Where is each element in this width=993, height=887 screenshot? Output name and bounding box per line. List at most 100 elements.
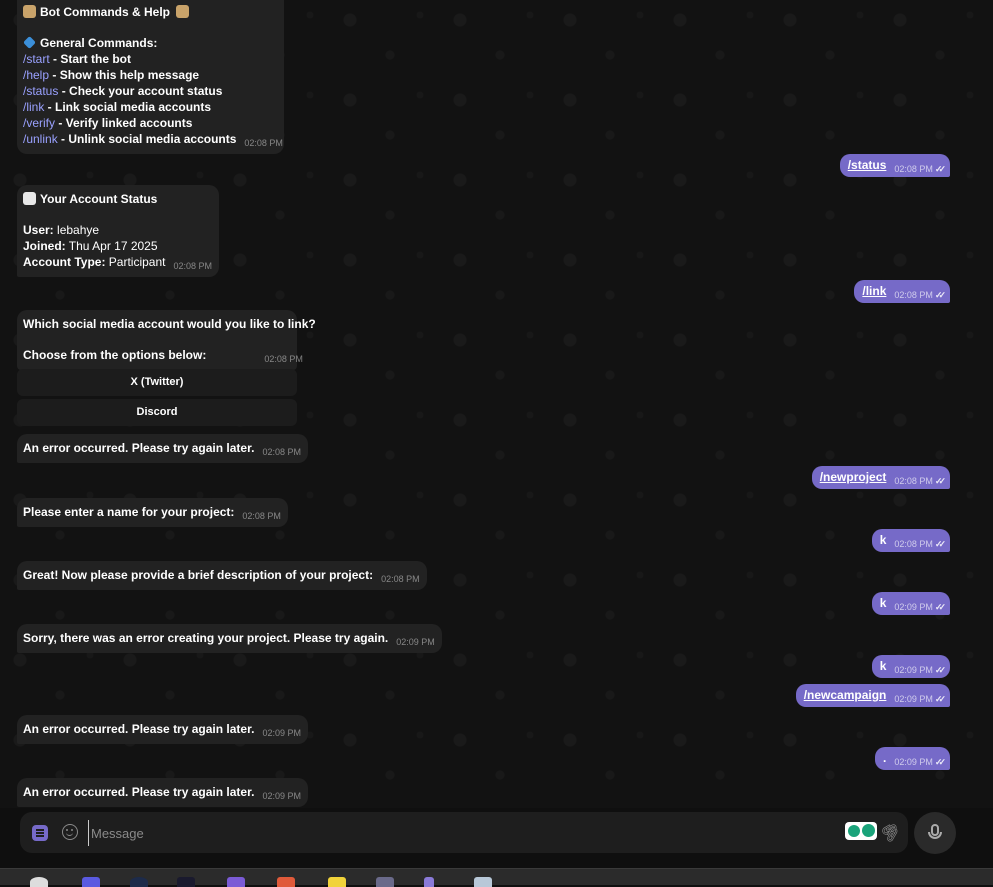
read-ticks-icon: ✓✓ [934,665,946,675]
command-desc: - Show this help message [49,68,200,82]
message-time: 02:08 PM [381,574,420,584]
outgoing-message: /status 02:08 PM ✓✓ [839,154,950,177]
link-prompt-line1: Which social media account would you lik… [23,317,316,331]
account-type-value: Participant [105,255,166,269]
message-text: An error occurred. Please try again late… [23,785,255,799]
attach-icon[interactable]: 🖇 [876,818,905,847]
message-time: 02:09 PM [262,791,301,801]
message-text: An error occurred. Please try again late… [23,441,255,455]
account-status-message: Your Account Status User: lebahye Joined… [17,185,220,277]
help-title: Bot Commands & Help [40,5,171,19]
project-error-message: Sorry, there was an error creating your … [17,624,442,653]
taskbar-app-icon[interactable] [277,877,295,887]
bot-menu-button[interactable] [32,825,48,841]
taskbar-app-icon[interactable] [82,877,100,887]
chat-area[interactable]: Bot Commands & Help General Commands: /s… [0,0,993,808]
taskbar-app-icon[interactable] [227,877,245,887]
chart-emoji-icon [23,192,36,205]
command-link-link[interactable]: /link [862,284,886,298]
command-link-status[interactable]: /status [23,84,58,98]
command-link-unlink[interactable]: /unlink [23,132,58,146]
user-value: lebahye [53,223,100,237]
read-ticks-icon: ✓✓ [934,539,946,549]
message-time: 02:08 PM [894,476,933,486]
message-time: 02:09 PM [894,602,933,612]
link-prompt-message: Which social media account would you lik… [17,310,316,370]
taskbar-app-icon[interactable] [424,877,434,887]
message-composer: 🖇 [20,812,908,853]
command-desc: - Link social media accounts [44,100,212,114]
message-time: 02:08 PM [894,539,933,549]
outgoing-message: /link 02:08 PM ✓✓ [854,280,950,303]
command-link-link[interactable]: /link [23,100,44,114]
diamond-emoji-icon [23,36,36,49]
command-desc: - Check your account status [58,84,223,98]
joined-value: Thu Apr 17 2025 [65,239,158,253]
outgoing-message: /newproject 02:08 PM ✓✓ [811,466,950,489]
message-input[interactable] [88,820,833,846]
message-text: k [879,533,887,547]
message-time: 02:08 PM [242,511,281,521]
error-message: An error occurred. Please try again late… [17,715,308,744]
message-text: k [879,596,887,610]
taskbar [0,868,993,887]
command-link-help[interactable]: /help [23,68,49,82]
link-prompt-line2: Choose from the options below: [23,348,207,362]
message-time: 02:08 PM [894,164,933,174]
command-link-newproject[interactable]: /newproject [820,470,887,484]
books-emoji-icon [23,5,36,18]
microphone-button[interactable] [914,812,956,854]
books-emoji-icon [176,5,190,18]
read-ticks-icon: ✓✓ [934,602,946,612]
message-text: Please enter a name for your project: [23,505,235,519]
command-link-status[interactable]: /status [848,158,887,172]
message-time: 02:08 PM [173,261,213,271]
account-title: Your Account Status [40,192,158,206]
description-prompt-message: Great! Now please provide a brief descri… [17,561,427,590]
taskbar-app-icon[interactable] [130,877,148,887]
emoji-icon[interactable] [62,824,78,840]
message-time: 02:09 PM [262,728,301,738]
outgoing-message: k 02:09 PM ✓✓ [871,655,950,678]
account-type-label: Account Type: [23,255,106,269]
name-prompt-message: Please enter a name for your project: 02:… [17,498,288,527]
extension-icon[interactable] [845,822,877,840]
command-link-verify[interactable]: /verify [23,116,55,130]
command-link-newcampaign[interactable]: /newcampaign [804,688,887,702]
outgoing-message: k 02:09 PM ✓✓ [871,592,950,615]
message-time: 02:08 PM [244,138,283,148]
command-desc: - Unlink social media accounts [57,132,237,146]
error-message: An error occurred. Please try again late… [17,434,308,463]
x-twitter-button[interactable]: X (Twitter) [17,369,297,396]
message-text: . [883,751,887,765]
read-ticks-icon: ✓✓ [934,476,946,486]
user-label: User: [23,223,54,237]
command-desc: - Verify linked accounts [55,116,193,130]
taskbar-app-icon[interactable] [328,877,346,887]
outgoing-message: . 02:09 PM ✓✓ [875,747,950,770]
message-time: 02:09 PM [894,757,933,767]
message-time: 02:08 PM [262,447,301,457]
read-ticks-icon: ✓✓ [934,164,946,174]
outgoing-message: /newcampaign 02:09 PM ✓✓ [795,684,950,707]
message-time: 02:09 PM [894,694,933,704]
help-message: Bot Commands & Help General Commands: /s… [17,0,284,154]
message-time: 02:09 PM [396,637,435,647]
help-section-title: General Commands: [40,36,158,50]
message-time: 02:09 PM [894,665,933,675]
read-ticks-icon: ✓✓ [934,694,946,704]
taskbar-app-icon[interactable] [177,877,195,887]
message-text: An error occurred. Please try again late… [23,722,255,736]
message-time: 02:08 PM [894,290,933,300]
taskbar-app-icon[interactable] [474,877,492,887]
read-ticks-icon: ✓✓ [934,290,946,300]
read-ticks-icon: ✓✓ [934,757,946,767]
message-text: k [879,659,887,673]
taskbar-app-icon[interactable] [30,877,48,887]
outgoing-message: k 02:08 PM ✓✓ [871,529,950,552]
command-link-start[interactable]: /start [23,52,50,66]
message-text: Great! Now please provide a brief descri… [23,568,374,582]
taskbar-app-icon[interactable] [376,877,394,887]
discord-button[interactable]: Discord [17,399,297,426]
error-message: An error occurred. Please try again late… [17,778,308,807]
